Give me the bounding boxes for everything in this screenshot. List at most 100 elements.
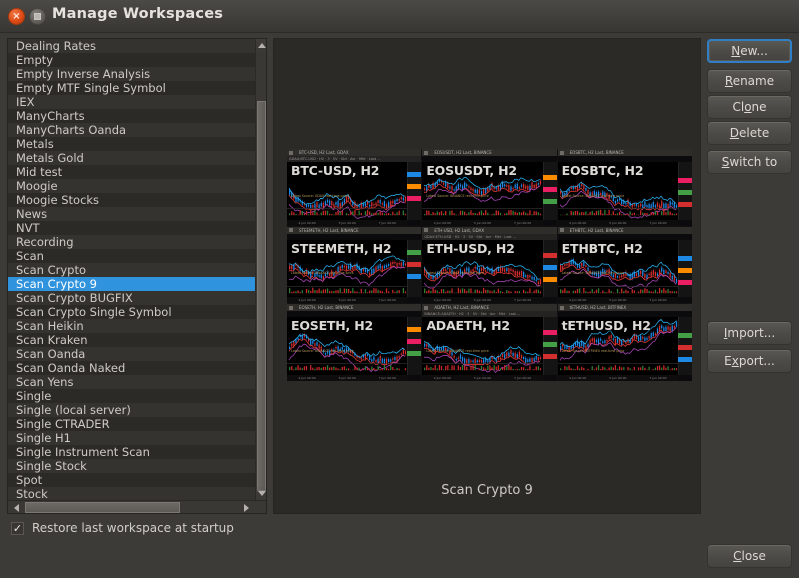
chart-thumbnail: ETHBTC, H2 Last, BINANCE ETHBTC, H2 Latest… [557, 226, 692, 304]
price-tag [542, 264, 557, 270]
list-item[interactable]: Scan Oanda Naked [8, 361, 257, 375]
chevron-right-icon[interactable] [240, 501, 253, 513]
list-item[interactable]: Single CTRADER [8, 417, 257, 431]
close-button[interactable]: Close [707, 544, 792, 568]
import-button[interactable]: Import... [707, 321, 792, 345]
chart-source-label: Latest Source: BINANCE real-time price [291, 271, 354, 276]
list-item[interactable]: Scan Oanda [8, 347, 257, 361]
list-item[interactable]: Single Stock [8, 459, 257, 473]
manage-workspaces-dialog: × Manage Workspaces Dealing Rates Empty Em… [0, 0, 799, 578]
time-tick-label: 4 Jun 00:00 [569, 298, 587, 303]
list-item[interactable]: Spot [8, 473, 257, 487]
list-item[interactable]: Empty MTF Single Symbol [8, 81, 257, 95]
list-item[interactable]: ManyCharts Oanda [8, 123, 257, 137]
clone-button[interactable]: Clone [707, 95, 792, 119]
list-item[interactable]: Single H1 [8, 431, 257, 445]
chart-thumbnail-header: EOSBTC, H2 Last, BINANCE [557, 149, 692, 156]
list-item[interactable]: Scan Kraken [8, 333, 257, 347]
list-horizontal-scrollbar[interactable] [8, 500, 266, 513]
list-item[interactable]: Moogie Stocks [8, 193, 257, 207]
list-item[interactable]: IEX [8, 95, 257, 109]
chart-thumbnail-price-axis [542, 239, 557, 298]
list-item[interactable]: Scan Crypto [8, 263, 257, 277]
chart-thumbnail: EOSBTC, H2 Last, BINANCE EOSBTC, H2 Latest… [557, 149, 692, 226]
chart-thumbnail-price-axis [542, 317, 557, 375]
list-item[interactable]: ManyCharts [8, 109, 257, 123]
price-tag [677, 333, 692, 339]
chart-time-axis: 4 Jun 00:00 5 Jun 00:00 7 Jun 00:00 [557, 219, 678, 226]
time-tick-label: 7 Jun 00:00 [649, 375, 667, 380]
list-item[interactable]: Scan Crypto BUGFIX [8, 291, 257, 305]
chart-time-axis: 4 Jun 00:00 5 Jun 00:00 7 Jun 00:00 [557, 297, 678, 304]
list-item[interactable]: Stock [8, 487, 257, 500]
price-tag [407, 172, 422, 177]
list-item[interactable]: Scan Yens [8, 375, 257, 389]
switch-to-button[interactable]: Switch to [707, 150, 792, 174]
list-item[interactable]: Scan Heikin [8, 319, 257, 333]
list-item[interactable]: Metals [8, 137, 257, 151]
maximize-icon[interactable] [29, 8, 46, 25]
chart-thumbnail-header: BTC-USD, H2 Last, GDAX [287, 149, 422, 156]
price-tag [407, 249, 422, 255]
chart-time-axis: 4 Jun 00:00 5 Jun 00:00 7 Jun 00:00 [422, 219, 543, 226]
chevron-down-icon[interactable] [256, 487, 266, 500]
rename-button[interactable]: Rename [707, 69, 792, 93]
list-item[interactable]: Scan Crypto 9 [8, 277, 257, 291]
workspace-list-viewport[interactable]: Dealing Rates Empty Empty Inverse Analysis… [8, 39, 257, 500]
time-tick-label: 4 Jun 00:00 [298, 298, 316, 303]
list-vertical-scrollbar[interactable] [255, 39, 266, 500]
list-item[interactable]: Recording [8, 235, 257, 249]
price-tag [677, 255, 692, 261]
time-tick-label: 4 Jun 00:00 [433, 375, 451, 380]
chart-thumbnail-price-axis [677, 239, 692, 298]
chart-thumbnail-grid: BTC-USD, H2 Last, GDAX GDAX:BTC-USD · H2 … [287, 149, 692, 381]
list-item[interactable]: Single [8, 389, 257, 403]
chart-source-label: Latest Source: BINANCE real-time price [561, 271, 625, 276]
new-button[interactable]: New... [707, 39, 792, 63]
chart-thumbnail-header: STEEMETH, H2 Last, BINANCE [287, 226, 422, 234]
chevron-left-icon[interactable] [10, 501, 23, 513]
list-item[interactable]: NVT [8, 221, 257, 235]
list-item[interactable]: Single (local server) [8, 403, 257, 417]
list-item[interactable]: Dealing Rates [8, 39, 257, 53]
list-item[interactable]: Scan Crypto Single Symbol [8, 305, 257, 319]
title-bar: × Manage Workspaces [0, 0, 799, 33]
list-item[interactable]: News [8, 207, 257, 221]
chart-symbol-label: ADAETH, H2 [426, 318, 510, 334]
chevron-up-icon[interactable] [256, 39, 266, 52]
chart-symbol-label: EOSUSDT, H2 [426, 163, 517, 178]
list-item[interactable]: Mid test [8, 165, 257, 179]
list-item[interactable]: Empty Inverse Analysis [8, 67, 257, 81]
list-item[interactable]: Moogie [8, 179, 257, 193]
list-item[interactable]: Single Instrument Scan [8, 445, 257, 459]
time-tick-label: 4 Jun 00:00 [298, 375, 316, 380]
checkbox-check-icon[interactable]: ✓ [11, 521, 24, 535]
list-item[interactable]: Scan [8, 249, 257, 263]
restore-last-workspace-checkbox[interactable]: ✓ Restore last workspace at startup [11, 521, 234, 535]
workspace-list[interactable]: Dealing Rates Empty Empty Inverse Analysis… [7, 38, 267, 514]
time-tick-label: 7 Jun 00:00 [514, 375, 532, 380]
chart-symbol-label: EOSBTC, H2 [561, 163, 644, 178]
list-item[interactable]: Empty [8, 53, 257, 67]
chart-source-label: Latest Source: BITFINEX real-time price [561, 348, 625, 353]
time-tick-label: 5 Jun 00:00 [338, 220, 356, 225]
workspace-preview-panel: BTC-USD, H2 Last, GDAX GDAX:BTC-USD · H2 … [273, 38, 701, 514]
chart-symbol-label: BTC-USD, H2 [291, 163, 380, 178]
vertical-scroll-thumb[interactable] [257, 101, 266, 491]
close-icon[interactable]: × [8, 8, 25, 25]
list-item[interactable]: Metals Gold [8, 151, 257, 165]
chart-thumbnail-price-axis [677, 162, 692, 220]
time-tick-label: 5 Jun 00:00 [609, 220, 627, 225]
export-button[interactable]: Export... [707, 349, 792, 373]
chart-time-axis: 4 Jun 00:00 5 Jun 00:00 7 Jun 00:00 [287, 374, 408, 381]
delete-button[interactable]: Delete [707, 121, 792, 145]
price-tag [407, 351, 422, 357]
chart-thumbnail-price-axis [407, 317, 422, 375]
price-tag [677, 267, 692, 273]
time-tick-label: 7 Jun 00:00 [378, 220, 396, 225]
price-tag [677, 345, 692, 351]
time-tick-label: 7 Jun 00:00 [378, 298, 396, 303]
chart-thumbnail-price-axis [677, 317, 692, 375]
horizontal-scroll-thumb[interactable] [25, 502, 180, 513]
chart-source-label: Latest Source: GDAX real-time price [291, 193, 349, 198]
